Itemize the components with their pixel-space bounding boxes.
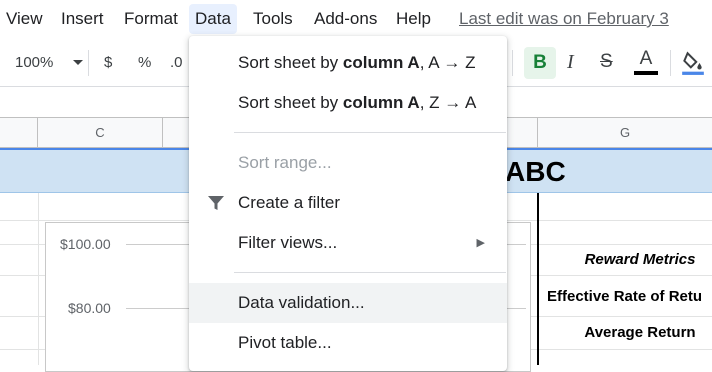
- column-gridline: [38, 193, 39, 365]
- chart-y-tick: $100.00: [60, 236, 111, 252]
- bold-button[interactable]: B: [524, 47, 556, 79]
- label-bold: column A: [342, 53, 420, 72]
- menu-view[interactable]: View: [0, 4, 49, 34]
- label-prefix: Sort sheet by: [238, 93, 343, 112]
- toolbar-divider: [670, 50, 671, 76]
- menu-item-label: Data validation...: [238, 293, 365, 312]
- menu-separator: [234, 132, 506, 133]
- menu-format[interactable]: Format: [118, 4, 184, 34]
- menu-item-sort-a-z[interactable]: Sort sheet by column A, A → Z: [189, 43, 507, 83]
- column-border: [537, 193, 539, 365]
- column-header-b[interactable]: [0, 118, 38, 147]
- text-color-letter: A: [639, 48, 653, 69]
- menu-addons[interactable]: Add-ons: [308, 4, 383, 34]
- menu-item-data-validation[interactable]: Data validation...: [189, 283, 507, 323]
- chevron-down-icon: [72, 60, 83, 66]
- text-color-swatch: [634, 71, 658, 75]
- last-edit-link[interactable]: Last edit was on February 3: [459, 4, 669, 34]
- label-prefix: Sort sheet by: [238, 53, 343, 72]
- menu-item-label: Sort sheet by column A, A → Z: [238, 43, 475, 83]
- menu-item-label: Sort sheet by column A, Z → A: [238, 83, 476, 123]
- menu-insert[interactable]: Insert: [55, 4, 110, 34]
- fill-color-button[interactable]: [680, 50, 706, 80]
- label-bold: column A: [342, 93, 420, 112]
- zoom-value: 100%: [15, 54, 54, 71]
- menu-tools[interactable]: Tools: [247, 4, 299, 34]
- menu-bar: View Insert Format Data Tools Add-ons He…: [0, 0, 712, 38]
- menu-item-create-filter[interactable]: Create a filter: [189, 183, 507, 223]
- menu-item-sort-range: Sort range...: [189, 143, 507, 183]
- sheet-title: ABC: [505, 156, 566, 187]
- label-suffix: , Z → A: [419, 93, 477, 112]
- percent-button[interactable]: %: [138, 54, 151, 71]
- menu-item-label: Create a filter: [238, 193, 341, 212]
- data-menu: Sort sheet by column A, A → Z Sort sheet…: [189, 36, 507, 371]
- menu-help[interactable]: Help: [390, 4, 437, 34]
- menu-item-pivot-table[interactable]: Pivot table...: [189, 323, 507, 363]
- menu-separator: [234, 272, 506, 273]
- label-suffix: , A → Z: [419, 53, 476, 72]
- paint-bucket-icon: [682, 51, 704, 75]
- italic-button[interactable]: I: [567, 51, 574, 74]
- zoom-select[interactable]: 100%: [15, 54, 84, 71]
- strikethrough-button[interactable]: S: [600, 51, 613, 73]
- filter-icon: [208, 196, 224, 210]
- menu-item-filter-views[interactable]: Filter views... ▶: [189, 223, 507, 263]
- menu-item-label: Sort range...: [238, 153, 332, 172]
- text-color-button[interactable]: A: [634, 48, 658, 75]
- submenu-arrow-icon: ▶: [476, 237, 485, 249]
- metric-effective-rate: Effective Rate of Retu: [547, 288, 703, 305]
- toolbar-divider: [512, 50, 513, 76]
- menu-item-label: Filter views...: [238, 233, 338, 252]
- toolbar-divider: [88, 50, 89, 76]
- column-header-c[interactable]: C: [38, 118, 163, 147]
- metric-average-return: Average Return: [584, 324, 696, 341]
- decimal-button[interactable]: .0: [170, 54, 183, 71]
- menu-data[interactable]: Data: [189, 4, 237, 34]
- menu-item-sort-z-a[interactable]: Sort sheet by column A, Z → A: [189, 83, 507, 123]
- currency-button[interactable]: $: [104, 54, 112, 71]
- chart-y-tick: $80.00: [68, 300, 111, 316]
- menu-item-label: Pivot table...: [238, 333, 332, 352]
- metric-reward-metrics: Reward Metrics: [584, 251, 696, 268]
- column-header-g[interactable]: G: [538, 118, 712, 147]
